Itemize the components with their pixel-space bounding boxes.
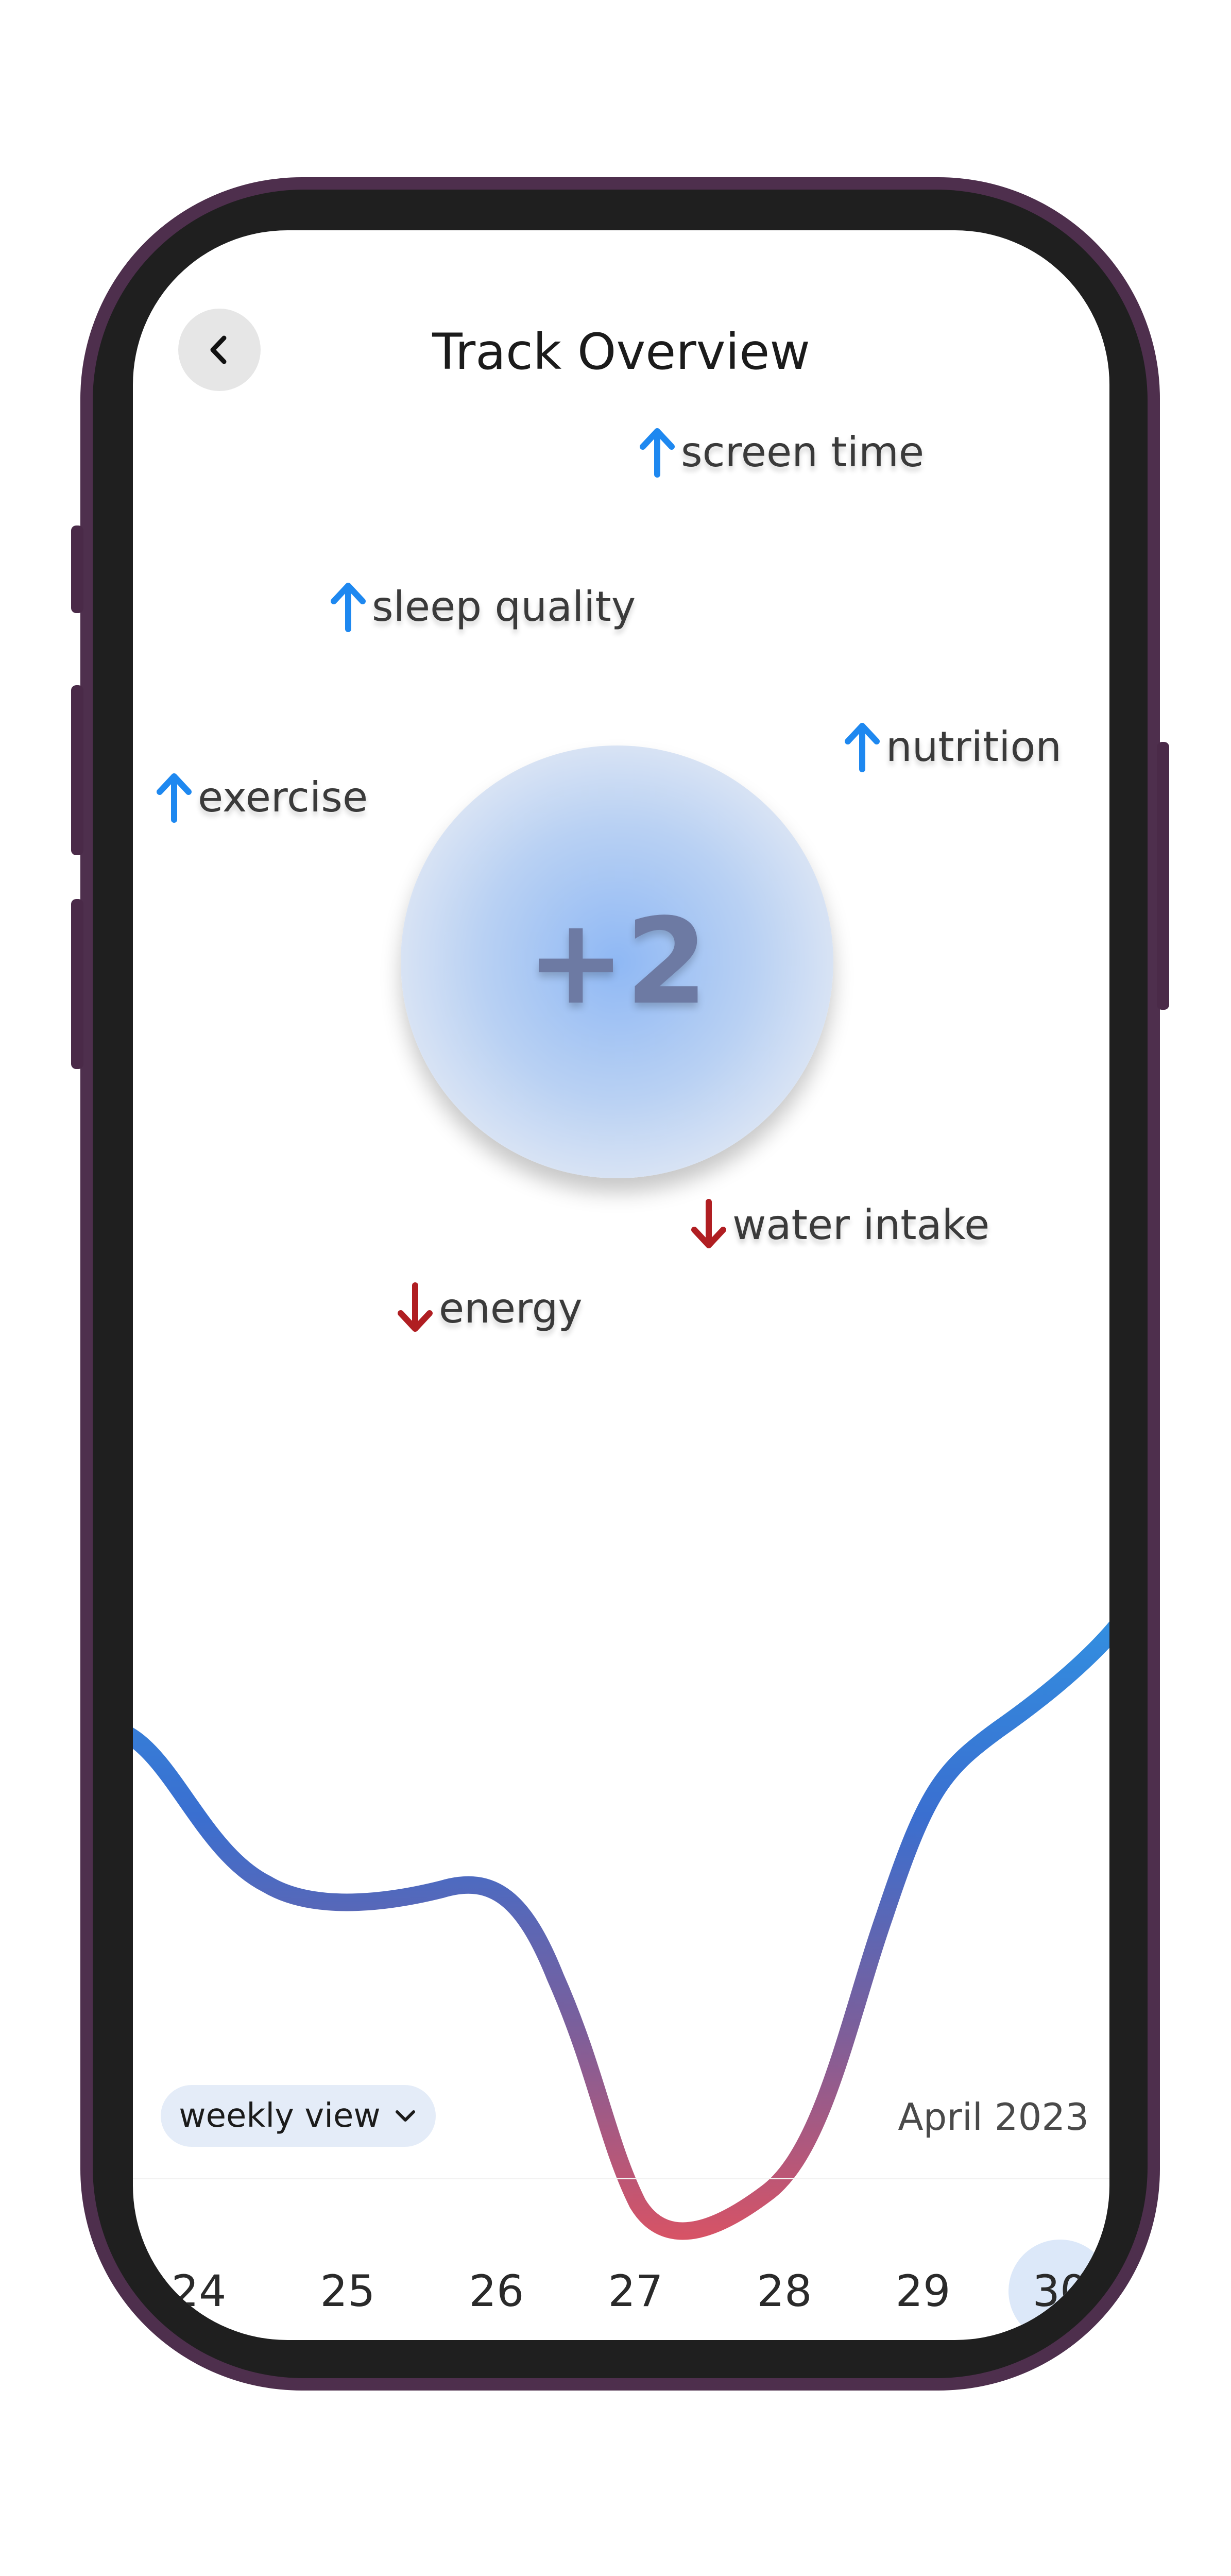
score-value: +2 (526, 893, 708, 1031)
day-28[interactable]: 28 (733, 2240, 836, 2340)
volume-down-button (71, 899, 83, 1069)
chevron-down-icon (395, 2110, 415, 2122)
app-screen: Track Overview screen time sleep quality… (133, 230, 1109, 2340)
metric-label: exercise (198, 773, 368, 821)
day-29[interactable]: 29 (871, 2240, 974, 2340)
score-circle: +2 (401, 745, 833, 1178)
arrow-up-icon (331, 583, 366, 632)
metric-exercise: exercise (155, 771, 368, 823)
page-title: Track Overview (432, 323, 810, 381)
arrow-up-icon (157, 773, 192, 823)
metric-label: nutrition (886, 722, 1062, 771)
day-25[interactable]: 25 (296, 2240, 399, 2340)
metric-water-intake: water intake (689, 1199, 989, 1250)
trend-curve (133, 1621, 1109, 2240)
arrow-down-icon (691, 1199, 726, 1248)
metric-sleep-quality: sleep quality (329, 581, 636, 632)
volume-up-button (71, 685, 83, 855)
metric-energy: energy (396, 1282, 583, 1334)
month-label: April 2023 (898, 2095, 1089, 2139)
action-button (71, 526, 83, 613)
view-selector[interactable]: weekly view (161, 2085, 436, 2147)
metric-nutrition: nutrition (843, 721, 1062, 772)
metric-label: screen time (681, 428, 925, 476)
day-27[interactable]: 27 (584, 2240, 687, 2340)
arrow-up-icon (640, 428, 675, 478)
metric-label: water intake (732, 1200, 990, 1249)
day-26[interactable]: 26 (445, 2240, 548, 2340)
metric-label: energy (439, 1284, 583, 1332)
metric-label: sleep quality (372, 582, 636, 631)
divider (133, 2178, 1109, 2179)
day-30-selected[interactable]: 30 (1008, 2240, 1109, 2340)
day-24[interactable]: 24 (147, 2240, 250, 2340)
view-selector-label: weekly view (179, 2097, 381, 2135)
arrow-down-icon (398, 1282, 433, 1332)
metric-screen-time: screen time (638, 426, 924, 478)
power-button (1157, 742, 1169, 1010)
arrow-up-icon (845, 723, 880, 772)
